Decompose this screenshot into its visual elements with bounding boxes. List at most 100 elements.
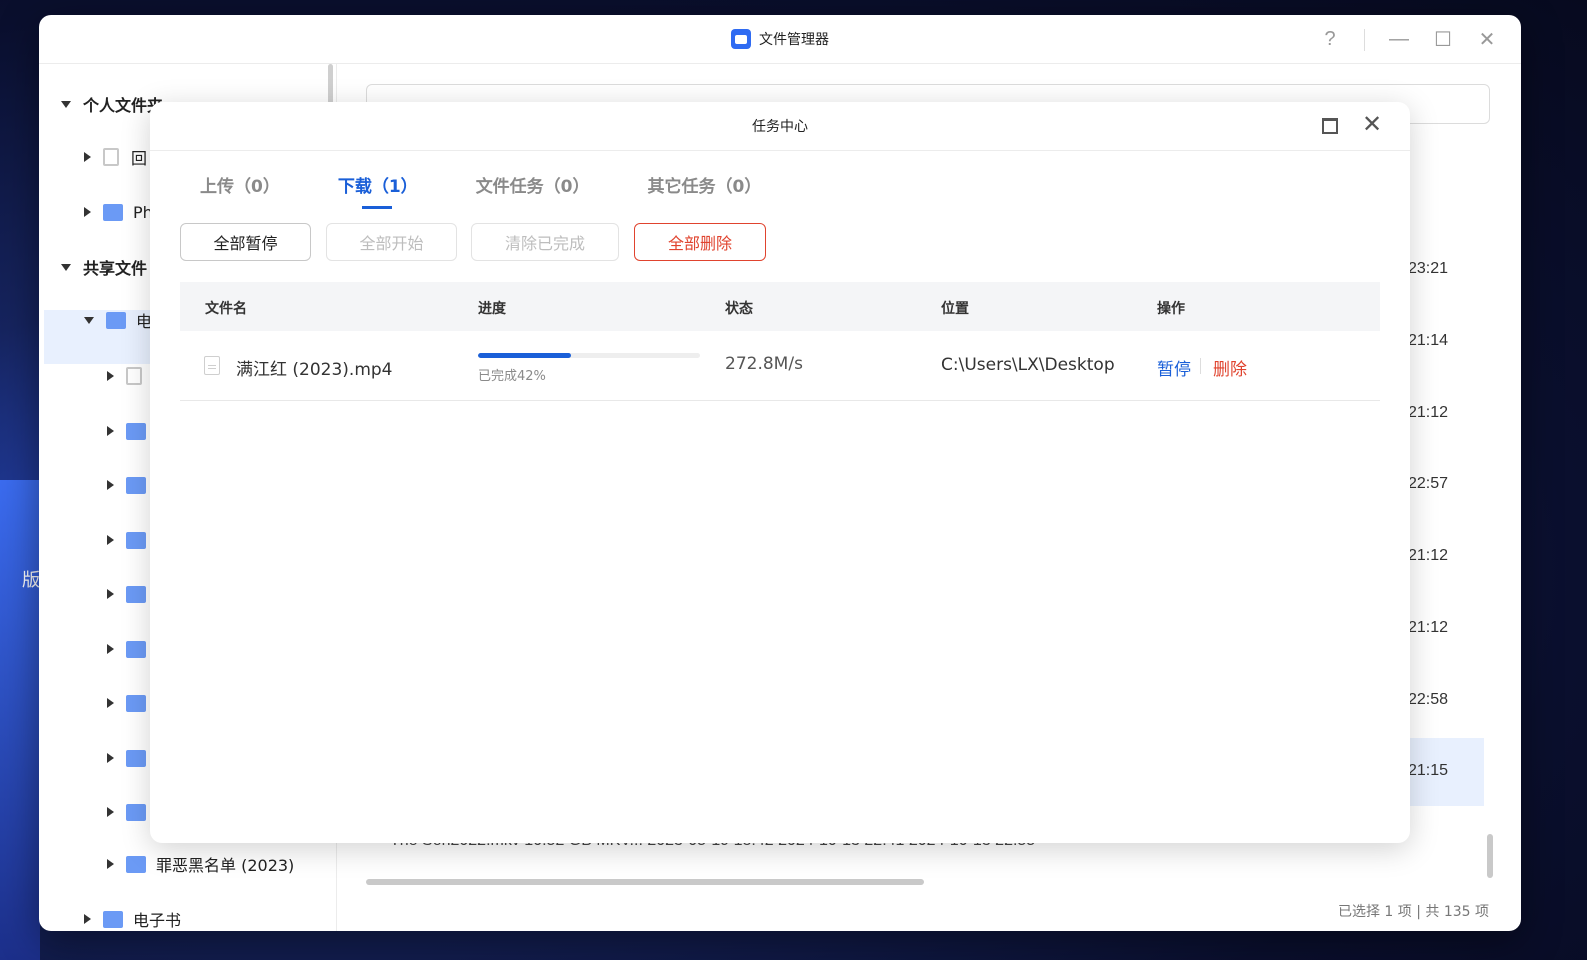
sidebar-subitem-trash[interactable] bbox=[107, 361, 154, 391]
selection-status: 已选择 1 项 | 共 135 项 bbox=[1337, 904, 1489, 920]
file-modified-time: 21:12 bbox=[1407, 619, 1448, 636]
shared-folder-icon bbox=[106, 311, 126, 329]
close-window-button[interactable]: ✕ bbox=[1477, 27, 1497, 52]
sidebar-item-label: 回 bbox=[131, 149, 148, 168]
chevron-right-icon bbox=[107, 535, 114, 545]
col-header-progress: 进度 bbox=[478, 301, 506, 317]
chevron-right-icon bbox=[107, 426, 114, 436]
sidebar-subitem-folder[interactable] bbox=[107, 416, 156, 446]
file-modified-time: 21:14 bbox=[1407, 332, 1448, 349]
folder-icon bbox=[126, 585, 146, 603]
chevron-right-icon bbox=[107, 644, 114, 654]
chevron-right-icon bbox=[107, 589, 114, 599]
close-icon[interactable]: ✕ bbox=[1362, 112, 1382, 136]
folder-app-icon bbox=[731, 29, 751, 49]
chevron-right-icon bbox=[107, 807, 114, 817]
chevron-right-icon bbox=[107, 371, 114, 381]
tab-other-tasks[interactable]: 其它任务（0） bbox=[648, 172, 762, 209]
file-modified-time: 21:12 bbox=[1407, 547, 1448, 564]
sidebar-subitem-folder[interactable] bbox=[107, 579, 156, 609]
col-header-name: 文件名 bbox=[205, 301, 247, 317]
sidebar-item-ebooks[interactable]: 电子书 bbox=[84, 904, 181, 931]
progress-text: 已完成42% bbox=[478, 369, 546, 384]
window-controls: ? — ☐ ✕ bbox=[1320, 27, 1497, 52]
folder-icon bbox=[126, 749, 146, 767]
maximize-icon[interactable] bbox=[1322, 118, 1338, 134]
sidebar-item-photos[interactable]: Ph bbox=[84, 197, 153, 227]
file-name: 满江红 (2023).mp4 bbox=[236, 360, 393, 380]
divider bbox=[1200, 358, 1201, 374]
sidebar-subitem-folder[interactable] bbox=[107, 797, 156, 827]
pause-all-button[interactable]: 全部暂停 bbox=[180, 223, 311, 261]
folder-icon bbox=[103, 910, 123, 928]
folder-icon bbox=[126, 855, 146, 873]
sidebar-item-recycle[interactable]: 回 bbox=[84, 142, 147, 172]
tab-upload[interactable]: 上传（0） bbox=[200, 172, 280, 209]
sidebar-subitem-folder[interactable] bbox=[107, 743, 156, 773]
delete-all-button[interactable]: 全部删除 bbox=[634, 223, 766, 261]
clear-completed-button[interactable]: 清除已完成 bbox=[471, 223, 619, 261]
vertical-scrollbar[interactable] bbox=[1487, 834, 1493, 878]
sidebar-subitem-folder[interactable] bbox=[107, 470, 156, 500]
desktop-wallpaper-edge bbox=[0, 480, 40, 960]
app-title: 文件管理器 bbox=[731, 29, 829, 49]
chevron-right-icon bbox=[107, 480, 114, 490]
delete-link[interactable]: 删除 bbox=[1213, 355, 1247, 380]
chevron-right-icon bbox=[84, 207, 91, 217]
horizontal-scrollbar[interactable] bbox=[366, 879, 924, 885]
sidebar-scrollbar[interactable] bbox=[328, 64, 333, 104]
desktop-side-text: 版 bbox=[22, 570, 40, 591]
photo-folder-icon bbox=[103, 203, 123, 221]
chevron-right-icon bbox=[107, 698, 114, 708]
help-icon[interactable]: ? bbox=[1320, 28, 1340, 51]
sidebar-item-blacklist[interactable]: 罪恶黑名单 (2023) bbox=[107, 849, 294, 879]
col-header-location: 位置 bbox=[941, 301, 969, 317]
divider bbox=[1364, 28, 1365, 51]
task-center-dialog: 任务中心 ✕ 上传（0） 下载（1） 文件任务（0） 其它任务（0） 全部暂停 … bbox=[150, 102, 1410, 843]
file-modified-time: 22:57 bbox=[1407, 475, 1448, 492]
folder-icon bbox=[126, 694, 146, 712]
col-header-action: 操作 bbox=[1157, 301, 1185, 317]
sidebar-subitem-folder[interactable] bbox=[107, 688, 156, 718]
chevron-right-icon bbox=[84, 914, 91, 924]
file-modified-time: 23:21 bbox=[1407, 260, 1448, 277]
dialog-header: 任务中心 ✕ bbox=[150, 102, 1410, 151]
chevron-down-icon bbox=[84, 316, 94, 324]
dialog-title: 任务中心 bbox=[752, 119, 808, 135]
table-header: 文件名 进度 状态 位置 操作 bbox=[180, 282, 1380, 331]
table-row[interactable]: 满江红 (2023).mp4 已完成42% 272.8M/s C:\Users\… bbox=[180, 331, 1380, 401]
document-icon bbox=[204, 356, 220, 375]
title-bar: 文件管理器 ? — ☐ ✕ bbox=[39, 15, 1521, 64]
tab-download[interactable]: 下载（1） bbox=[338, 172, 418, 209]
folder-icon bbox=[126, 422, 146, 440]
chevron-right-icon bbox=[107, 753, 114, 763]
chevron-right-icon bbox=[107, 859, 114, 869]
pause-link[interactable]: 暂停 bbox=[1157, 355, 1191, 380]
sidebar-item-label: 电子书 bbox=[133, 911, 182, 930]
transfer-speed: 272.8M/s bbox=[725, 354, 803, 374]
col-header-status: 状态 bbox=[725, 301, 753, 317]
chevron-down-icon bbox=[61, 263, 71, 271]
sidebar-item-personal[interactable]: 个人文件夹 bbox=[61, 89, 163, 119]
tab-file-tasks[interactable]: 文件任务（0） bbox=[476, 172, 590, 209]
sidebar-item-movies[interactable]: 电 bbox=[84, 305, 152, 335]
sidebar-item-shared[interactable]: 共享文件 bbox=[61, 252, 147, 282]
maximize-button[interactable]: ☐ bbox=[1433, 27, 1453, 52]
folder-icon bbox=[126, 640, 146, 658]
task-tabs: 上传（0） 下载（1） 文件任务（0） 其它任务（0） bbox=[200, 172, 761, 209]
folder-icon bbox=[126, 531, 146, 549]
chevron-down-icon bbox=[61, 100, 71, 108]
start-all-button[interactable]: 全部开始 bbox=[326, 223, 457, 261]
file-modified-time: 21:15 bbox=[1407, 762, 1448, 779]
progress-fill bbox=[478, 353, 572, 358]
folder-icon bbox=[126, 476, 146, 494]
folder-icon bbox=[126, 803, 146, 821]
sidebar-subitem-folder[interactable] bbox=[107, 634, 156, 664]
file-modified-time: 21:12 bbox=[1407, 404, 1448, 421]
sidebar-subitem-folder[interactable] bbox=[107, 525, 156, 555]
sidebar-item-label: 罪恶黑名单 (2023) bbox=[156, 856, 295, 875]
save-location: C:\Users\LX\Desktop bbox=[941, 355, 1115, 375]
minimize-button[interactable]: — bbox=[1389, 28, 1409, 51]
trash-icon bbox=[126, 367, 142, 385]
file-modified-time: 22:58 bbox=[1407, 691, 1448, 708]
